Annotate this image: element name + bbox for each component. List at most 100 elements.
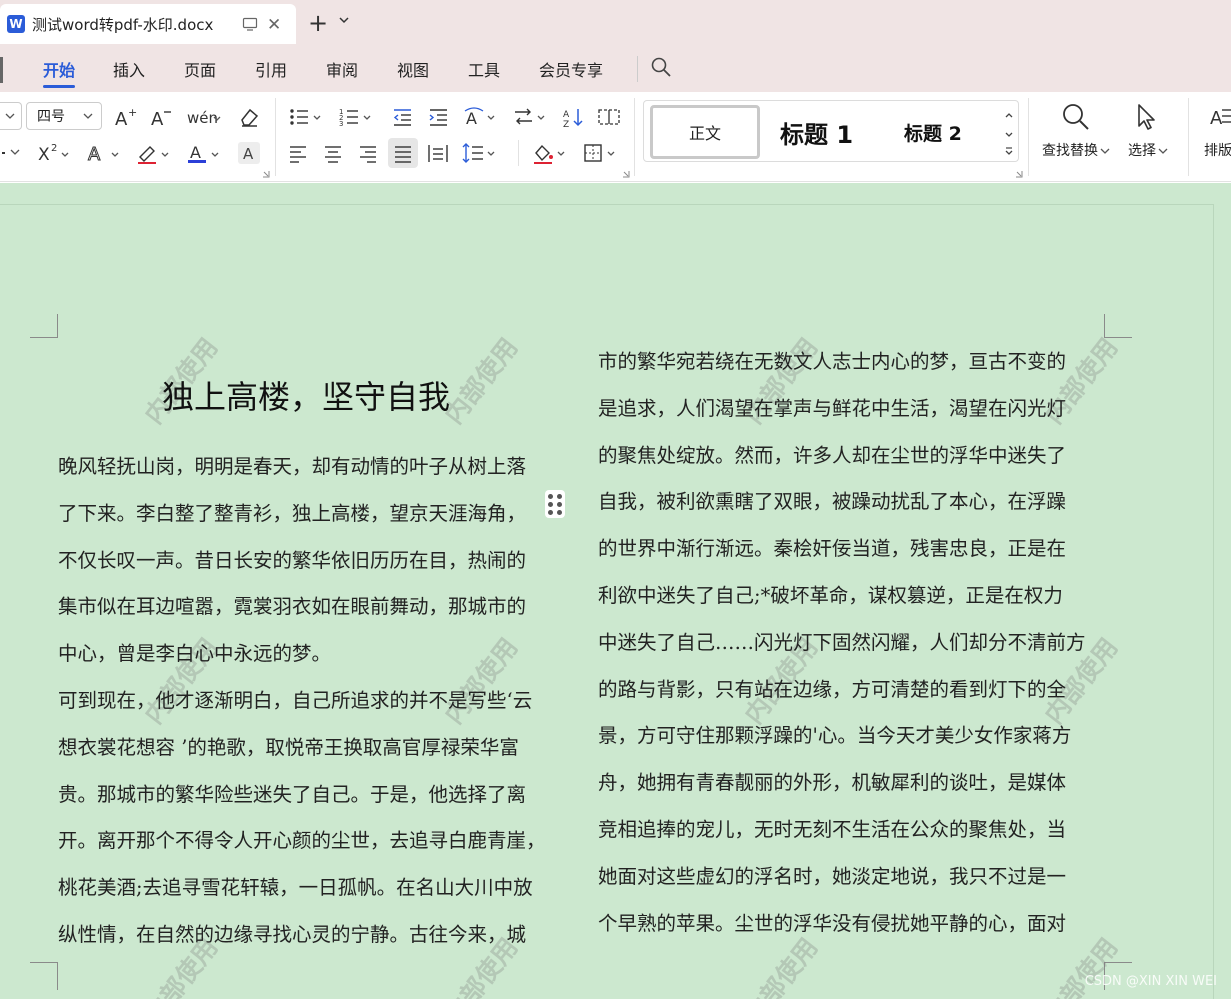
text-wrap-swap-icon[interactable]	[512, 104, 550, 130]
text-line: 的聚焦处绽放。然而，许多人却在尘世的浮华中迷失了	[598, 443, 1067, 467]
bullet-list-icon[interactable]	[288, 104, 326, 130]
tab-member[interactable]: 会员专享	[539, 57, 603, 81]
text-line: 景，方可守住那颗浮躁的'心。当今天才美少女作家蒋方	[598, 724, 1072, 748]
document-title[interactable]: 独上高楼，坚守自我	[58, 372, 554, 418]
select-label: 选择	[1128, 143, 1156, 159]
tab-home[interactable]: 开始	[43, 57, 75, 81]
text-line: 个早熟的苹果。尘世的浮华没有侵扰她平静的心，面对	[598, 911, 1067, 935]
tab-view[interactable]: 视图	[397, 57, 429, 81]
paragraph-dialog-launcher-icon[interactable]	[622, 170, 630, 178]
svg-text:A: A	[151, 109, 164, 128]
tab-insert[interactable]: 插入	[113, 57, 145, 81]
select-button[interactable]: 选择	[1128, 102, 1168, 160]
chevron-down-icon	[5, 113, 15, 119]
style-heading-2[interactable]: 标题 2	[904, 119, 962, 146]
font-effect-chevron-icon[interactable]	[0, 142, 24, 164]
close-tab-icon[interactable]: ✕	[267, 15, 281, 35]
monitor-icon[interactable]	[242, 16, 258, 32]
text-line: 利欲中迷失了自己;*破坏革命，谋权篡逆，正是在权力	[598, 583, 1063, 607]
layout-label: 排版	[1204, 143, 1231, 159]
font-size-value: 四号	[37, 109, 65, 125]
text-line: 贵。那城市的繁华险些迷失了自己。于是，他选择了离	[58, 782, 527, 806]
pinyin-guide-icon[interactable]: wén	[186, 104, 222, 130]
ribbon-edge-marker	[0, 57, 3, 83]
svg-text:2: 2	[51, 143, 57, 154]
style-normal[interactable]: 正文	[650, 105, 760, 159]
text-line: 中迷失了自己……闪光灯下固然闪耀，人们却分不清前方	[598, 630, 1086, 654]
tab-tools[interactable]: 工具	[468, 57, 500, 81]
text-line: 了下来。李白整了整青衫，独上高楼，望京天涯海角，	[58, 501, 527, 525]
image-credit: CSDN @XIN XIN WEI	[1084, 974, 1217, 989]
ribbon-group-divider	[518, 140, 519, 166]
text-line: 不仅长叹一声。昔日长安的繁华依旧历历在目，热闹的	[58, 548, 527, 572]
numbered-list-icon[interactable]: 123	[338, 104, 376, 130]
align-right-icon[interactable]	[356, 140, 380, 166]
font-size-select[interactable]: 四号	[26, 102, 102, 130]
ribbon-group-divider	[275, 98, 276, 176]
layout-button[interactable]: A 排版	[1204, 102, 1231, 160]
title-bar: W 测试word转pdf-水印.docx ✕ +	[0, 0, 1231, 48]
justify-icon[interactable]	[388, 138, 418, 168]
tab-page[interactable]: 页面	[184, 57, 216, 81]
find-replace-button[interactable]: 查找替换	[1042, 102, 1110, 160]
align-left-icon[interactable]	[286, 140, 310, 166]
sort-icon[interactable]: AZ	[562, 104, 586, 130]
styles-gallery: 正文 标题 1 标题 2	[643, 100, 1019, 162]
superscript-icon[interactable]: X2	[36, 140, 74, 166]
text-effect-icon[interactable]: A	[86, 140, 124, 166]
svg-text:+: +	[128, 106, 137, 119]
paragraph-shading-icon[interactable]	[532, 140, 570, 166]
magnifier-icon	[1063, 104, 1089, 130]
tab-references[interactable]: 引用	[255, 57, 287, 81]
document-tab[interactable]: W 测试word转pdf-水印.docx ✕	[0, 4, 296, 44]
font-dialog-launcher-icon[interactable]	[262, 170, 270, 178]
text-line: 桃花美酒;去追寻雪花轩辕，一日孤帆。在名山大川中放	[58, 876, 533, 900]
character-shading-icon[interactable]: A	[238, 142, 260, 164]
styles-scroll-arrows[interactable]	[1004, 107, 1014, 165]
text-line: 市的繁华宛若绕在无数文人志士内心的梦，亘古不变的	[598, 350, 1067, 373]
crop-mark	[57, 314, 58, 338]
text-line: 想衣裳花想容 ’的艳歌，取悦帝王换取高官厚禄荣华富	[58, 735, 519, 759]
text-line: 的世界中渐行渐远。秦桧奸佞当道，残害忠良，正是在	[598, 537, 1067, 561]
align-center-icon[interactable]	[321, 140, 345, 166]
svg-text:A: A	[563, 110, 570, 120]
increase-indent-icon[interactable]	[426, 104, 450, 130]
svg-text:A: A	[243, 145, 254, 162]
distributed-align-icon[interactable]	[426, 140, 450, 166]
crop-mark	[30, 337, 58, 338]
svg-text:A: A	[115, 109, 128, 128]
tab-review[interactable]: 审阅	[326, 57, 358, 81]
font-family-select[interactable]	[0, 102, 22, 130]
decrease-font-size-icon[interactable]: A	[148, 104, 174, 130]
decrease-indent-icon[interactable]	[390, 104, 414, 130]
text-line: 的路与背影，只有站在边缘，方可清楚的看到灯下的全	[598, 677, 1067, 701]
chevron-down-icon	[83, 113, 93, 119]
clear-format-eraser-icon[interactable]	[236, 104, 262, 130]
text-line: 是追求，人们渴望在掌声与鲜花中生活，渴望在闪光灯	[598, 396, 1067, 420]
text-line: 她面对这些虚幻的浮名时，她淡定地说，我只不过是一	[598, 864, 1067, 888]
styles-dialog-launcher-icon[interactable]	[1015, 170, 1023, 178]
ribbon-toolbar: 四号 A + A wén X2 A A A 123 A A Z 正文 标题 1 …	[0, 92, 1231, 182]
paragraph-drag-handle[interactable]	[545, 490, 565, 518]
increase-font-size-icon[interactable]: A +	[112, 104, 138, 130]
cursor-arrow-icon	[1138, 104, 1155, 130]
chevron-down-icon[interactable]	[338, 14, 350, 26]
text-line: 开。离开那个不得令人开心颜的尘世，去追寻白鹿青崖，	[58, 829, 546, 853]
right-text-column[interactable]: 市的繁华宛若绕在无数文人志士内心的梦，亘古不变的 是追求，人们渴望在掌声与鲜花中…	[598, 339, 1108, 947]
search-icon[interactable]	[650, 56, 672, 78]
show-formatting-marks-icon[interactable]	[596, 104, 622, 130]
line-spacing-icon[interactable]	[462, 140, 500, 166]
style-heading-1[interactable]: 标题 1	[780, 115, 853, 150]
text-line: 集市似在耳边喧嚣，霓裳羽衣如在眼前舞动，那城市的	[58, 595, 527, 619]
left-text-column[interactable]: 晚风轻抚山岗，明明是春天，却有动情的叶子从树上落 了下来。李白整了整青衫，独上高…	[58, 444, 568, 959]
layout-icon: A	[1210, 108, 1231, 129]
font-color-icon[interactable]: A	[186, 140, 224, 166]
text-line: 纵性情，在自然的边缘寻找心灵的宁静。古往今来，城	[58, 922, 527, 946]
text-line: 晚风轻抚山岗，明明是春天，却有动情的叶子从树上落	[58, 455, 527, 478]
crop-mark	[1104, 314, 1105, 338]
borders-icon[interactable]	[582, 140, 620, 166]
text-line: 舟，她拥有青春靓丽的外形，机敏犀利的谈吐，是媒体	[598, 771, 1067, 795]
highlight-pen-icon[interactable]	[136, 140, 174, 166]
new-tab-plus-icon[interactable]: +	[308, 9, 328, 37]
text-direction-icon[interactable]: A	[462, 104, 500, 130]
